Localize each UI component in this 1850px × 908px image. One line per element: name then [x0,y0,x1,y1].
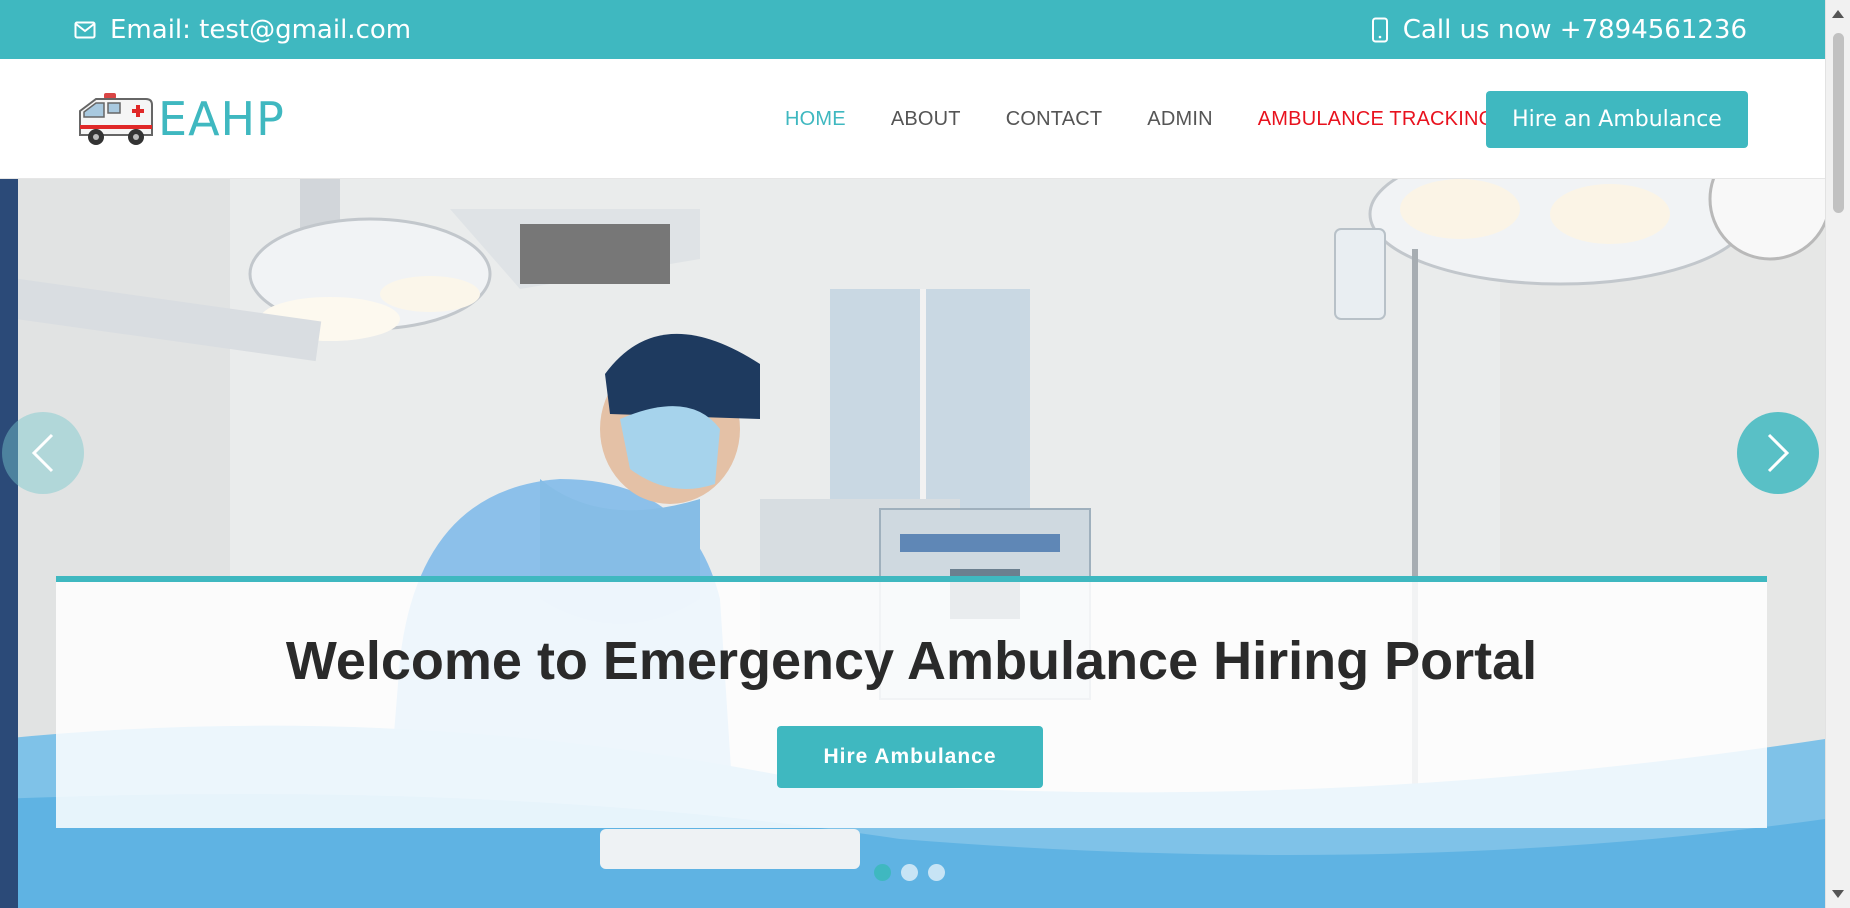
scroll-up-arrow-icon[interactable] [1832,10,1844,18]
scroll-down-arrow-icon[interactable] [1832,890,1844,898]
hero-caption: Welcome to Emergency Ambulance Hiring Po… [56,576,1767,828]
hero-title: Welcome to Emergency Ambulance Hiring Po… [285,631,1538,691]
scrollbar-thumb[interactable] [1833,33,1844,213]
slider-dot-1[interactable] [874,864,891,881]
phone-icon [1371,17,1388,42]
email-contact[interactable]: Email: test@gmail.com [74,0,411,59]
main-header: EAHP HOME ABOUT CONTACT ADMIN AMBULANCE … [0,59,1825,179]
slider-dot-2[interactable] [901,864,918,881]
nav-ambulance-tracking[interactable]: AMBULANCE TRACKING [1258,108,1495,131]
ambulance-icon [79,93,153,145]
nav-home[interactable]: HOME [785,108,846,131]
slider-indicators [874,864,955,881]
logo-text: EAHP [158,92,285,146]
slider-dot-3[interactable] [928,864,945,881]
slider-prev-button[interactable] [2,412,84,494]
hire-ambulance-button[interactable]: Hire Ambulance [777,726,1043,788]
mail-icon [74,21,96,38]
page-scrollbar[interactable] [1825,0,1850,908]
nav-admin[interactable]: ADMIN [1147,108,1212,131]
chevron-right-icon [1767,433,1790,473]
main-nav: HOME ABOUT CONTACT ADMIN AMBULANCE TRACK… [785,59,1539,179]
top-contact-bar: Email: test@gmail.com Call us now +78945… [0,0,1825,59]
phone-contact[interactable]: Call us now +7894561236 [1371,0,1747,59]
slider-next-button[interactable] [1737,412,1819,494]
nav-about[interactable]: ABOUT [891,108,961,131]
site-logo[interactable]: EAHP [76,89,285,149]
nav-contact[interactable]: CONTACT [1006,108,1103,131]
phone-text: Call us now +7894561236 [1402,14,1747,45]
hire-an-ambulance-button[interactable]: Hire an Ambulance [1486,91,1748,148]
email-text: Email: test@gmail.com [110,14,412,45]
hero-slider: Welcome to Emergency Ambulance Hiring Po… [0,179,1825,908]
chevron-left-icon [31,433,54,473]
